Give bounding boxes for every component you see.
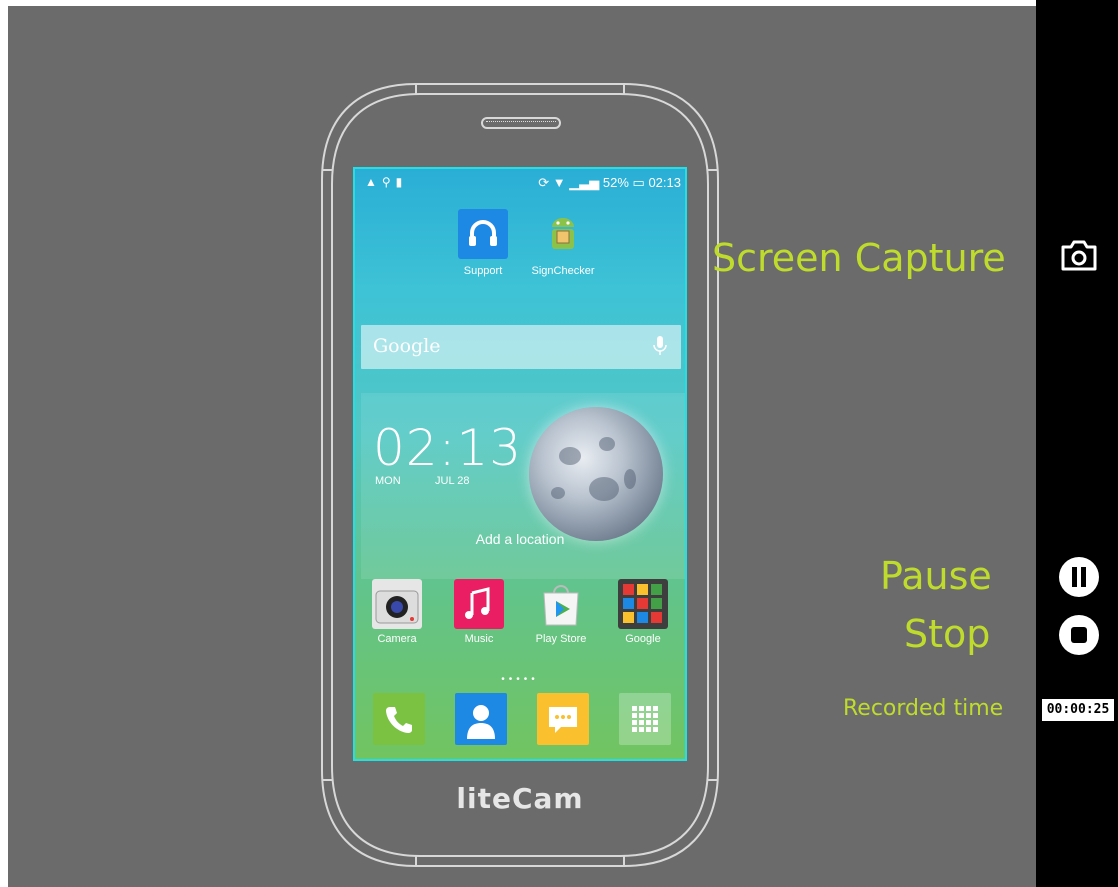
- android-icon: [538, 209, 588, 259]
- app-label: Google: [625, 633, 661, 645]
- dock-apps[interactable]: [619, 693, 671, 745]
- app-label: Play Store: [535, 633, 587, 645]
- headset-icon: [458, 209, 508, 259]
- phone-icon: [386, 707, 412, 733]
- add-location-link[interactable]: Add a location: [355, 531, 685, 547]
- stop-button[interactable]: [1055, 611, 1103, 659]
- app-label: SignChecker: [531, 265, 595, 277]
- screen-capture-button[interactable]: [1055, 231, 1103, 279]
- google-search-bar[interactable]: Google: [361, 325, 681, 369]
- recorded-time-value: 00:00:25: [1042, 699, 1114, 721]
- search-placeholder: Google: [373, 335, 441, 357]
- app-label: Music: [464, 633, 494, 645]
- phone-screen[interactable]: ▲⚲▮ ⟳ ▼ ▁▃▅ 52% ▭ 02:13 Support SignChec…: [353, 167, 687, 761]
- apps-grid-icon: [632, 706, 658, 732]
- dock-contacts[interactable]: [455, 693, 507, 745]
- phone-speaker: [486, 121, 556, 125]
- phone-brand-logo: liteCam: [456, 782, 584, 815]
- clock-time: 02:13: [373, 419, 523, 477]
- clock-date: JUL 28: [435, 475, 470, 487]
- app-label: Camera: [377, 633, 417, 645]
- status-time: 02:13: [648, 175, 681, 190]
- app-music[interactable]: Music: [439, 579, 519, 645]
- pause-icon: [1059, 557, 1099, 597]
- dock-messages[interactable]: [537, 693, 589, 745]
- clock-day: MON: [375, 475, 401, 487]
- screen-capture-label: Screen Capture: [712, 236, 1006, 280]
- app-camera[interactable]: Camera: [357, 579, 437, 645]
- signal-icon: ▁▃▅: [569, 175, 600, 190]
- pause-label: Pause: [880, 554, 992, 598]
- recorded-time-label: Recorded time: [843, 696, 1004, 721]
- status-bar: ▲⚲▮ ⟳ ▼ ▁▃▅ 52% ▭ 02:13: [355, 171, 685, 195]
- moon-icon: [529, 407, 663, 541]
- microphone-icon[interactable]: [653, 335, 667, 362]
- app-label: Support: [463, 265, 503, 277]
- battery-icon: ▭: [632, 175, 645, 190]
- camera-icon: [1061, 240, 1097, 271]
- app-google-folder[interactable]: Google: [603, 579, 683, 645]
- google-folder-icon: [618, 579, 668, 629]
- dock-phone[interactable]: [373, 693, 425, 745]
- contacts-icon: [467, 705, 495, 739]
- app-support[interactable]: Support: [443, 209, 523, 277]
- pause-button[interactable]: [1055, 553, 1103, 601]
- camera-app-icon: [372, 579, 422, 629]
- status-right: ⟳ ▼ ▁▃▅ 52% ▭ 02:13: [538, 175, 681, 191]
- control-sidebar: [1036, 0, 1118, 887]
- battery-percent: 52%: [602, 175, 629, 190]
- wifi-icon: ▼: [552, 175, 566, 190]
- stop-label: Stop: [904, 612, 991, 656]
- messages-icon: [549, 707, 577, 733]
- app-play-store[interactable]: Play Store: [521, 579, 601, 645]
- stop-icon: [1059, 615, 1099, 655]
- play-store-icon: [536, 579, 586, 629]
- rotate-icon: ⟳: [538, 175, 550, 190]
- music-icon: [454, 579, 504, 629]
- notification-icons: ▲⚲▮: [365, 175, 408, 189]
- page-indicator: •••••: [501, 674, 539, 685]
- app-signchecker[interactable]: SignChecker: [523, 209, 603, 277]
